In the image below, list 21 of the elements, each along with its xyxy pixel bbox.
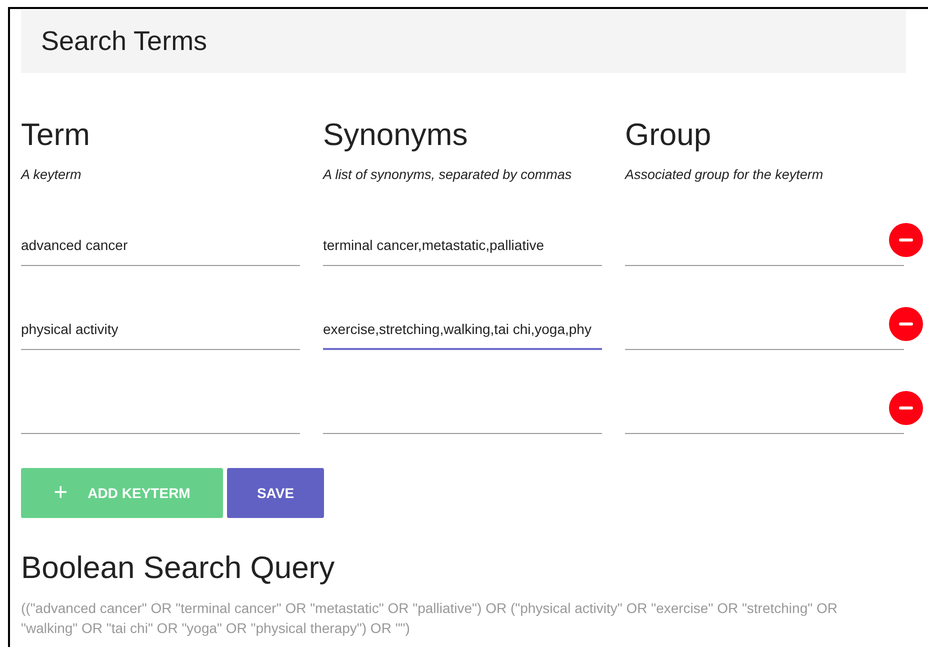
- column-hint: Associated group for the keyterm: [625, 167, 824, 182]
- column-hint: A list of synonyms, separated by commas: [323, 167, 572, 182]
- minus-icon: [899, 322, 913, 326]
- minus-icon: [899, 406, 913, 410]
- column-heading: Group: [625, 117, 712, 153]
- plus-icon: +: [54, 479, 68, 507]
- term-field[interactable]: advanced cancer: [21, 237, 300, 266]
- query-text: (("advanced cancer" OR "terminal cancer" OR "metastatic" OR "palliative") OR ("physical activity" OR "exercise" OR "stretching" OR "walking" OR "tai chi" OR "yoga" OR "physical therapy") OR ""): [21, 599, 838, 638]
- save-button[interactable]: SAVE: [227, 468, 324, 518]
- page-title: Search Terms: [41, 26, 208, 57]
- column-heading: Term: [21, 117, 90, 153]
- synonyms-field[interactable]: terminal cancer,metastatic,palliative: [323, 237, 602, 266]
- remove-button[interactable]: [889, 223, 923, 257]
- column-heading: Synonyms: [323, 117, 468, 153]
- synonyms-field[interactable]: exercise,stretching,walking,tai chi,yoga,phy: [323, 321, 602, 350]
- remove-button[interactable]: [889, 391, 923, 425]
- column-hint: A keyterm: [21, 167, 82, 182]
- minus-icon: [899, 238, 913, 242]
- term-field[interactable]: physical activity: [21, 321, 300, 350]
- section-heading: Boolean Search Query: [21, 550, 336, 586]
- remove-button[interactable]: [889, 307, 923, 341]
